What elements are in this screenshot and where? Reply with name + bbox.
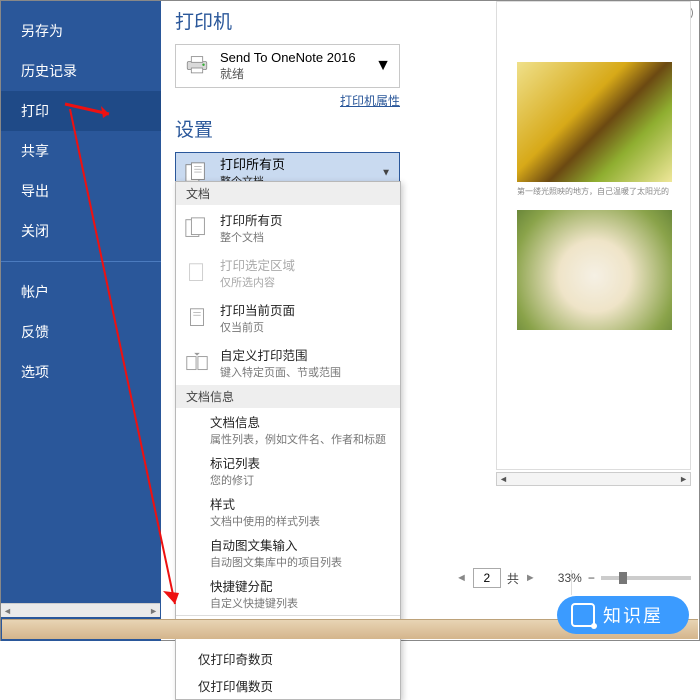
logo-icon [571,603,595,627]
menu-group-docinfo: 文档信息 [176,385,400,408]
zoom-value: 33% [558,571,582,585]
printer-status: 就绪 [220,65,356,82]
menu-item-shortcuts[interactable]: 快捷键分配自定义快捷键列表 [176,572,400,613]
pages-icon [184,216,210,240]
sidebar-item-feedback[interactable]: 反馈 [1,312,161,352]
chevron-down-icon: ▼ [381,168,391,179]
menu-item-docinfo[interactable]: 文档信息属性列表，例如文件名、作者和标题 [176,408,400,449]
print-preview: 第一缕光照映的地方，自己温暖了太阳光的 ◄► [441,1,691,570]
sidebar-item-account[interactable]: 帐户 [1,272,161,312]
sidebar-item-close[interactable]: 关闭 [1,211,161,251]
sidebar-scrollbar[interactable]: ◄► [1,603,160,617]
menu-group-document: 文档 [176,182,400,205]
menu-item-autotext[interactable]: 自动图文集输入自动图文集库中的项目列表 [176,531,400,572]
backstage-sidebar: 另存为 历史记录 打印 共享 导出 关闭 帐户 反馈 选项 ◄► [1,1,161,641]
page-number-input[interactable] [473,568,501,588]
menu-item-print-custom[interactable]: 自定义打印范围键入特定页面、节或范围 [176,340,400,385]
scroll-left-icon[interactable]: ◄ [499,474,508,484]
menu-item-print-selection: 打印选定区域仅所选内容 [176,250,400,295]
printer-selector[interactable]: Send To OneNote 2016 就绪 ▼ [175,44,400,88]
menu-item-print-all[interactable]: 打印所有页整个文档 [176,205,400,250]
menu-item-odd-pages[interactable]: 仅打印奇数页 [176,645,400,672]
zoom-slider[interactable] [601,576,691,580]
zoom-out-icon[interactable]: − [588,571,595,585]
print-panel: ? 打印机 Send To OneNote 2016 就绪 ▼ 打印机属性 设置… [161,1,699,640]
print-range-title: 打印所有页 [220,157,285,173]
sidebar-item-history[interactable]: 历史记录 [1,51,161,91]
preview-scrollbar[interactable]: ◄► [496,472,691,486]
watermark-text: 知识屋 [603,602,663,628]
page-total-label: 共 [507,570,519,587]
preview-image-flower [517,62,672,182]
menu-item-markup-list[interactable]: 标记列表您的修订 [176,449,400,490]
range-icon [184,351,210,375]
chevron-down-icon: ▼ [375,57,391,75]
printer-icon [184,55,210,77]
sidebar-item-saveas[interactable]: 另存为 [1,11,161,51]
printer-name: Send To OneNote 2016 [220,50,356,65]
sidebar-item-share[interactable]: 共享 [1,131,161,171]
preview-caption: 第一缕光照映的地方，自己温暖了太阳光的 [517,186,680,197]
preview-page: 第一缕光照映的地方，自己温暖了太阳光的 [496,1,691,470]
watermark-badge: 知识屋 [557,596,689,634]
menu-item-styles[interactable]: 样式文档中使用的样式列表 [176,490,400,531]
sidebar-item-print[interactable]: 打印 [1,91,161,131]
scroll-right-icon[interactable]: ► [679,474,688,484]
page-prev[interactable]: ◄ [456,572,467,584]
menu-item-print-current[interactable]: 打印当前页面仅当前页 [176,295,400,340]
menu-item-even-pages[interactable]: 仅打印偶数页 [176,672,400,699]
preview-image-dog [517,210,672,330]
page-icon [184,306,210,330]
pages-icon [184,261,210,285]
sidebar-item-export[interactable]: 导出 [1,171,161,211]
zoom-bar: ◄ 共 ► 33% − [456,568,691,588]
page-next[interactable]: ► [525,572,536,584]
printer-properties-link[interactable]: 打印机属性 [340,94,400,108]
sidebar-item-options[interactable]: 选项 [1,352,161,392]
